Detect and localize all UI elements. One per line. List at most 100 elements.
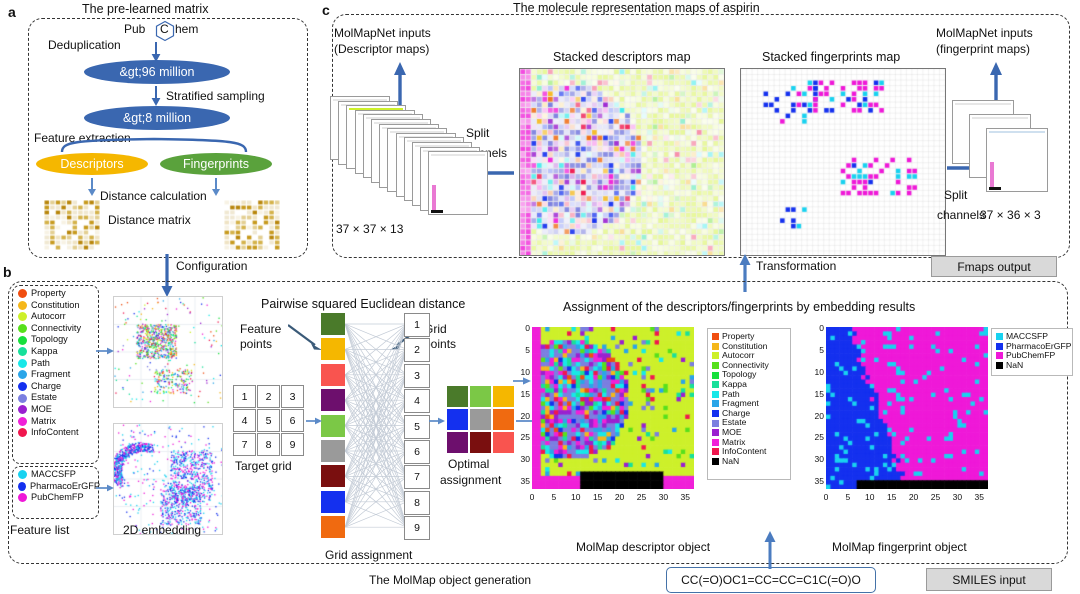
descriptor-map-stack xyxy=(330,96,490,216)
feature-item-kappa[interactable]: Kappa xyxy=(18,346,98,358)
feature-item-autocorr[interactable]: Autocorr xyxy=(18,311,98,323)
legend-swatch-icon xyxy=(996,362,1003,370)
node-8-million-label: &gt;8 million xyxy=(122,111,192,125)
feature-point-swatch xyxy=(321,363,345,386)
arrow-sampling-icon xyxy=(151,86,161,106)
feature-swatch-icon xyxy=(18,470,27,480)
feature-swatch-icon xyxy=(18,382,27,392)
feature-item-matrix[interactable]: Matrix xyxy=(18,416,98,428)
descriptor-xtick: 30 xyxy=(658,492,669,502)
descriptor-inputs-line2: (Descriptor maps) xyxy=(334,42,430,56)
molmap-generation-label: The MolMap object generation xyxy=(369,573,532,587)
feature-label: Charge xyxy=(31,380,62,391)
legend-label: NaN xyxy=(722,455,740,466)
grid-point-cell: 4 xyxy=(404,389,430,414)
feature-item-infocontent[interactable]: InfoContent xyxy=(18,427,98,439)
feature-label: MACCSFP xyxy=(31,469,76,479)
descriptor-inputs-line1: MolMapNet inputs xyxy=(334,26,431,40)
descriptor-ytick: 25 xyxy=(520,432,530,443)
card-header-bar xyxy=(431,154,486,157)
feature-list-title: Feature list xyxy=(10,523,70,537)
feature-swatch-icon xyxy=(18,347,27,357)
fmaps-output-button[interactable]: Fmaps output xyxy=(931,256,1057,277)
node-96-million: &gt;96 million xyxy=(84,60,230,84)
grid-point-cell: 2 xyxy=(404,338,430,363)
optimal-assignment-cell xyxy=(493,432,514,453)
pubchem-pre: Pub xyxy=(124,22,146,36)
legend-swatch-icon xyxy=(712,362,719,370)
feature-item-charge[interactable]: Charge xyxy=(18,381,98,393)
legend-swatch-icon xyxy=(996,333,1003,341)
feature-item-path[interactable]: Path xyxy=(18,358,98,370)
feature-swatch-icon xyxy=(18,289,27,299)
smiles-input-label: SMILES input xyxy=(952,572,1026,587)
legend-swatch-icon xyxy=(712,419,719,427)
pubchem-mid: C xyxy=(160,22,169,36)
legend-item: NaN xyxy=(712,455,786,467)
feature-item-fragment[interactable]: Fragment xyxy=(18,369,98,381)
feature-item-pharmacoergfp[interactable]: PharmacoErGFP xyxy=(18,481,100,493)
optimal-assignment-label-1: Optimal xyxy=(448,457,490,471)
fingerprint-feature-list: MACCSFP PharmacoErGFP PubChemFP xyxy=(18,469,100,504)
fingerprint-ytick: 10 xyxy=(814,366,824,377)
distance-matrix-label: Distance matrix xyxy=(108,213,191,227)
feature-swatch-icon xyxy=(18,428,27,438)
feature-item-constitution[interactable]: Constitution xyxy=(18,300,98,312)
smiles-input-button[interactable]: SMILES input xyxy=(926,568,1052,591)
legend-label: NaN xyxy=(1006,359,1024,370)
panel-a-letter: a xyxy=(8,4,16,20)
optimal-assignment-cell xyxy=(470,386,491,407)
split-channels-left-line1: Split xyxy=(466,126,490,140)
grid-point-cell: 6 xyxy=(404,440,430,464)
smiles-input-field[interactable]: CC(=O)OC1=CC=CC=C1C(=O)O xyxy=(666,567,876,593)
grid-point-cell: 7 xyxy=(404,465,430,490)
feature-label: Topology xyxy=(31,334,68,345)
card-content-mark xyxy=(432,185,437,212)
fingerprint-xtick: 30 xyxy=(952,492,963,502)
feature-points-label-1: Feature xyxy=(240,322,282,336)
descriptor-shape-label: 37 × 37 × 13 xyxy=(336,222,404,236)
bipartite-links xyxy=(345,323,407,528)
fingerprint-ytick: 0 xyxy=(819,323,824,333)
fingerprint-xtick: 0 xyxy=(823,492,829,502)
optimal-assignment-cell xyxy=(447,409,468,430)
feature-swatch-icon xyxy=(18,358,27,368)
legend-swatch-icon xyxy=(712,390,719,398)
descriptor-ytick: 35 xyxy=(520,476,530,487)
feature-item-moe[interactable]: MOE xyxy=(18,404,98,416)
target-grid-cell: 1 xyxy=(233,385,256,408)
fingerprint-2d-embedding xyxy=(113,423,223,535)
feature-point-swatch xyxy=(321,414,345,437)
feature-swatch-icon xyxy=(18,312,27,322)
feature-item-pubchemfp[interactable]: PubChemFP xyxy=(18,492,100,504)
arrow-dedup-icon xyxy=(151,42,161,62)
fingerprint-ytick: 35 xyxy=(814,476,824,487)
arrow-into-descmap-icon xyxy=(513,377,531,385)
feature-label: Property xyxy=(31,288,66,298)
optimal-assignment-cell xyxy=(493,409,514,430)
target-grid-cell: 8 xyxy=(257,433,280,456)
arrow-dist-left-icon xyxy=(88,178,96,196)
pubchem-post: hem xyxy=(175,22,199,36)
arrow-targetgrid-icon xyxy=(306,417,322,425)
target-grid-cell: 9 xyxy=(281,433,304,456)
feature-item-estate[interactable]: Estate xyxy=(18,392,98,404)
feature-item-property[interactable]: Property xyxy=(18,288,98,300)
legend-swatch-icon xyxy=(712,333,719,341)
feature-item-maccsfp[interactable]: MACCSFP xyxy=(18,469,100,481)
feature-item-topology[interactable]: Topology xyxy=(18,334,98,346)
feature-item-connectivity[interactable]: Connectivity xyxy=(18,323,98,335)
legend-swatch-icon xyxy=(712,400,719,408)
arrow-dist-right-icon xyxy=(212,178,220,196)
descriptor-ytick: 30 xyxy=(520,454,530,465)
fingerprints-label: Fingerprints xyxy=(183,157,249,171)
target-grid-cell: 2 xyxy=(257,385,280,408)
fingerprint-ytick: 20 xyxy=(814,410,824,421)
descriptors-label: Descriptors xyxy=(60,157,124,171)
target-grid-cell: 4 xyxy=(233,409,256,432)
feature-label: InfoContent xyxy=(31,427,79,438)
node-96-million-label: &gt;96 million xyxy=(119,65,195,79)
feature-point-swatch xyxy=(321,490,345,513)
split-channels-right-line2: channels xyxy=(937,208,986,222)
feature-label: Fragment xyxy=(31,369,71,380)
